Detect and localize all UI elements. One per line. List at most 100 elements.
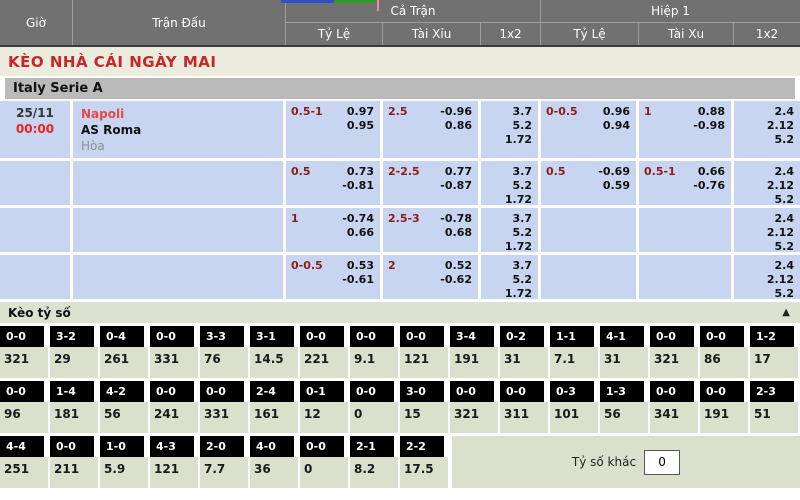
score-odds-cell[interactable]: 4-3 121 xyxy=(150,436,200,488)
odds-value[interactable]: -0.87 xyxy=(383,179,472,193)
score-odds-cell[interactable]: 1-1 7.1 xyxy=(550,326,600,378)
score-label[interactable]: 2-1 xyxy=(350,436,394,457)
odds-value[interactable]: 5.2 xyxy=(734,133,794,147)
score-odds-cell[interactable]: 3-0 15 xyxy=(400,381,450,433)
other-score-input[interactable] xyxy=(644,450,680,475)
odds-cell-full-handicap[interactable]: 0-0.5 0.53-0.61 xyxy=(286,255,380,299)
score-odds-cell[interactable]: 2-0 7.7 xyxy=(200,436,250,488)
score-label[interactable]: 4-2 xyxy=(100,381,144,402)
score-label[interactable]: 0-1 xyxy=(300,381,344,402)
score-odds-value[interactable]: 121 xyxy=(150,457,198,488)
score-odds-value[interactable]: 36 xyxy=(250,457,298,488)
score-label[interactable]: 0-3 xyxy=(550,381,594,402)
score-section-header[interactable]: Kèo tỷ số ▲ xyxy=(0,302,800,323)
score-odds-value[interactable]: 161 xyxy=(250,402,298,433)
odds-value[interactable]: 0.86 xyxy=(383,119,472,133)
odds-value[interactable]: 0.88 xyxy=(639,105,725,119)
score-odds-value[interactable]: 29 xyxy=(50,347,98,378)
odds-value[interactable]: 1.72 xyxy=(481,193,532,205)
score-odds-value[interactable]: 14.5 xyxy=(250,347,298,378)
score-label[interactable]: 0-0 xyxy=(350,326,394,347)
odds-cell-full-overunder[interactable]: 2.5-3 -0.780.68 xyxy=(383,208,478,252)
odds-cell-full-1x2[interactable]: 3.75.21.72 xyxy=(481,161,538,205)
score-label[interactable]: 2-3 xyxy=(750,381,794,402)
score-label[interactable]: 0-0 xyxy=(50,436,94,457)
score-odds-cell[interactable]: 0-0 341 xyxy=(650,381,700,433)
odds-value[interactable]: 5.2 xyxy=(734,240,794,252)
odds-cell-half-1x2[interactable]: 2.42.125.2 xyxy=(734,161,800,205)
score-label[interactable]: 2-2 xyxy=(400,436,444,457)
odds-value[interactable]: 3.7 xyxy=(481,165,532,179)
score-odds-value[interactable]: 0 xyxy=(350,402,398,433)
score-odds-cell[interactable]: 0-2 31 xyxy=(500,326,550,378)
score-label[interactable]: 0-0 xyxy=(200,381,244,402)
odds-value[interactable]: -0.61 xyxy=(286,273,374,287)
score-label[interactable]: 1-3 xyxy=(600,381,644,402)
collapse-arrow-icon[interactable]: ▲ xyxy=(782,307,790,318)
odds-cell-full-overunder[interactable]: 2 0.52-0.62 xyxy=(383,255,478,299)
score-odds-cell[interactable]: 3-3 76 xyxy=(200,326,250,378)
score-odds-value[interactable]: 321 xyxy=(450,402,498,433)
score-label[interactable]: 0-4 xyxy=(100,326,144,347)
score-odds-cell[interactable]: 1-3 56 xyxy=(600,381,650,433)
score-odds-value[interactable]: 101 xyxy=(550,402,598,433)
score-label[interactable]: 4-1 xyxy=(600,326,644,347)
score-odds-value[interactable]: 0 xyxy=(300,457,348,488)
score-odds-cell[interactable]: 0-0 321 xyxy=(650,326,700,378)
score-odds-value[interactable]: 86 xyxy=(700,347,748,378)
score-label[interactable]: 3-1 xyxy=(250,326,294,347)
odds-value[interactable]: 0.66 xyxy=(286,226,374,240)
score-odds-cell[interactable]: 3-2 29 xyxy=(50,326,100,378)
score-odds-cell[interactable]: 0-0 9.1 xyxy=(350,326,400,378)
odds-value[interactable]: 2.12 xyxy=(734,226,794,240)
score-odds-value[interactable]: 321 xyxy=(650,347,698,378)
score-odds-cell[interactable]: 0-0 191 xyxy=(700,381,750,433)
score-odds-cell[interactable]: 0-0 221 xyxy=(300,326,350,378)
score-odds-value[interactable]: 181 xyxy=(50,402,98,433)
odds-value[interactable]: 3.7 xyxy=(481,105,532,119)
score-odds-value[interactable]: 331 xyxy=(200,402,248,433)
odds-cell-full-handicap[interactable]: 1 -0.740.66 xyxy=(286,208,380,252)
odds-value[interactable]: 2.4 xyxy=(734,259,794,273)
odds-value[interactable]: -0.81 xyxy=(286,179,374,193)
score-odds-value[interactable]: 96 xyxy=(0,402,48,433)
odds-cell-half-overunder[interactable]: 1 0.88-0.98 xyxy=(639,101,731,158)
odds-cell-full-1x2[interactable]: 3.75.21.72 xyxy=(481,208,538,252)
score-label[interactable]: 0-0 xyxy=(650,381,694,402)
score-odds-cell[interactable]: 0-0 0 xyxy=(350,381,400,433)
score-odds-value[interactable]: 15 xyxy=(400,402,448,433)
odds-value[interactable]: 0.94 xyxy=(541,119,630,133)
score-odds-value[interactable]: 341 xyxy=(650,402,698,433)
odds-value[interactable]: 3.7 xyxy=(481,259,532,273)
score-odds-cell[interactable]: 0-0 211 xyxy=(50,436,100,488)
score-odds-value[interactable]: 17 xyxy=(750,347,798,378)
odds-value[interactable]: -0.74 xyxy=(286,212,374,226)
score-label[interactable]: 3-2 xyxy=(50,326,94,347)
odds-value[interactable]: 2.4 xyxy=(734,165,794,179)
score-odds-cell[interactable]: 1-0 5.9 xyxy=(100,436,150,488)
odds-cell-half-overunder[interactable]: 0.5-1 0.66-0.76 xyxy=(639,161,731,205)
odds-cell-full-1x2[interactable]: 3.75.21.72 xyxy=(481,255,538,299)
score-odds-value[interactable]: 12 xyxy=(300,402,348,433)
odds-value[interactable]: 1.72 xyxy=(481,240,532,252)
score-label[interactable]: 0-0 xyxy=(0,326,44,347)
odds-cell-full-handicap[interactable]: 0.5 0.73-0.81 xyxy=(286,161,380,205)
score-odds-value[interactable]: 17.5 xyxy=(400,457,448,488)
odds-value[interactable]: 1.72 xyxy=(481,287,532,299)
score-label[interactable]: 4-3 xyxy=(150,436,194,457)
odds-value[interactable]: -0.98 xyxy=(639,119,725,133)
score-odds-value[interactable]: 76 xyxy=(200,347,248,378)
odds-value[interactable]: 2.12 xyxy=(734,119,794,133)
score-label[interactable]: 0-0 xyxy=(450,381,494,402)
score-odds-cell[interactable]: 2-4 161 xyxy=(250,381,300,433)
score-label[interactable]: 4-4 xyxy=(0,436,44,457)
score-odds-cell[interactable]: 4-4 251 xyxy=(0,436,50,488)
score-odds-value[interactable]: 251 xyxy=(0,457,48,488)
score-odds-cell[interactable]: 0-0 311 xyxy=(500,381,550,433)
odds-value[interactable]: 5.2 xyxy=(734,287,794,299)
score-label[interactable]: 1-1 xyxy=(550,326,594,347)
odds-value[interactable]: 2.4 xyxy=(734,105,794,119)
odds-cell-half-1x2[interactable]: 2.42.125.2 xyxy=(734,255,800,299)
score-label[interactable]: 0-0 xyxy=(300,326,344,347)
score-odds-value[interactable]: 9.1 xyxy=(350,347,398,378)
